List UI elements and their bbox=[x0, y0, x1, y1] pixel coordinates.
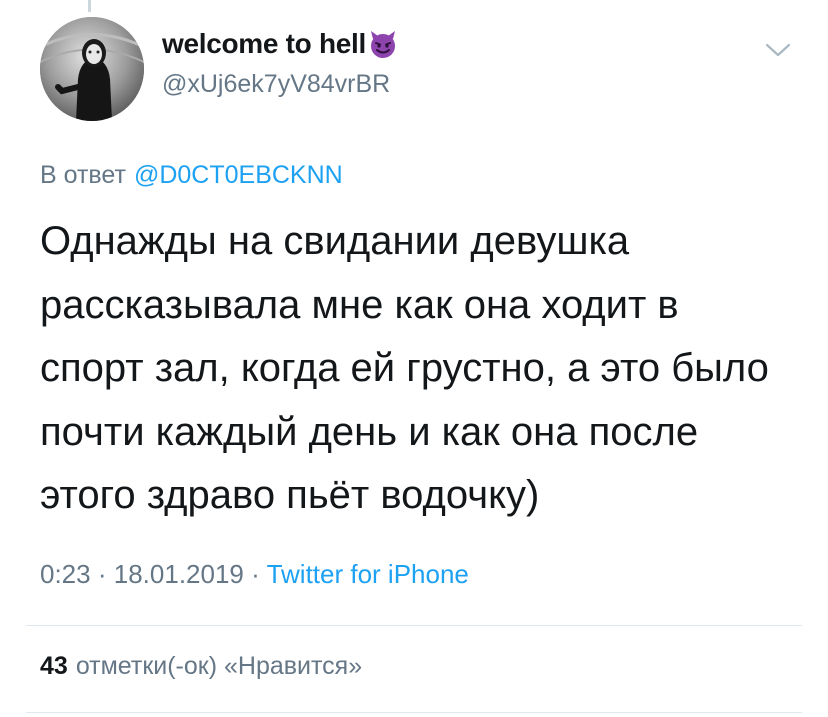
divider bbox=[26, 712, 802, 713]
author-display-name-row[interactable]: welcome to hell bbox=[162, 28, 398, 60]
likes-stat[interactable]: 43 отметки(-ок) «Нравится» bbox=[40, 652, 362, 681]
tweet-source-link[interactable]: Twitter for iPhone bbox=[267, 559, 469, 589]
author-handle[interactable]: @xUj6ek7yV84vrBR bbox=[162, 70, 390, 99]
avatar[interactable] bbox=[40, 17, 144, 121]
tweet-line: спорт зал, когда ей грустно, а это было bbox=[40, 346, 769, 390]
likes-count: 43 bbox=[40, 652, 68, 680]
reply-prefix: В ответ bbox=[40, 161, 126, 189]
likes-label: отметки(-ок) «Нравится» bbox=[75, 652, 363, 680]
thread-connector-line bbox=[88, 0, 91, 12]
meta-separator: · bbox=[251, 559, 260, 589]
tweet-line: Однажды на свидании девушка bbox=[40, 219, 630, 263]
smiling-devil-icon bbox=[368, 29, 398, 59]
meta-separator: · bbox=[97, 559, 107, 589]
tweet-text: Однажды на свидании девушка рассказывала… bbox=[40, 210, 810, 528]
divider bbox=[26, 625, 802, 626]
author-display-name[interactable]: welcome to hell bbox=[162, 28, 366, 60]
tweet-line: этого здраво пьёт водочку) bbox=[40, 473, 540, 517]
chevron-down-icon[interactable] bbox=[764, 40, 792, 60]
tweet-time: 0:23 bbox=[40, 559, 91, 589]
tweet-meta: 0:23 · 18.01.2019 · Twitter for iPhone bbox=[40, 559, 469, 590]
reply-mention-link[interactable]: @D0CT0EBCKNN bbox=[134, 161, 343, 189]
tweet-line: рассказывала мне как она ходит в bbox=[40, 282, 679, 327]
tweet-line: почти каждый день и как она после bbox=[40, 409, 699, 454]
avatar-image bbox=[40, 17, 144, 121]
reply-context: В ответ @D0CT0EBCKNN bbox=[40, 161, 343, 190]
tweet-date: 18.01.2019 bbox=[113, 559, 244, 589]
